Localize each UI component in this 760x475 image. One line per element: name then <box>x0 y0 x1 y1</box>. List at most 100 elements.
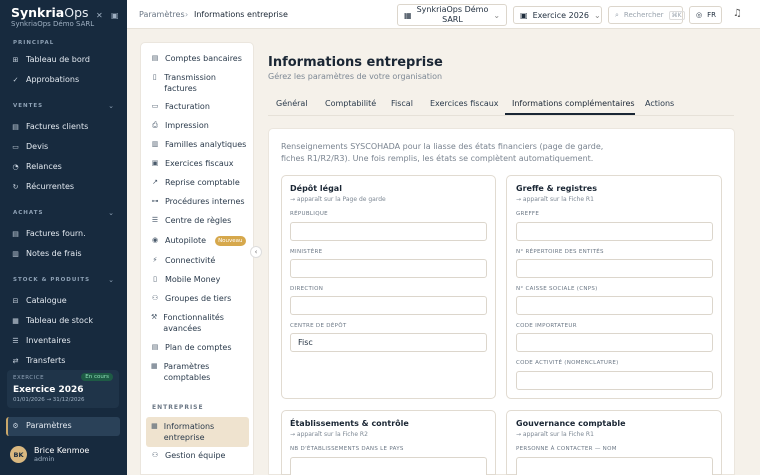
republique-field[interactable] <box>290 222 487 241</box>
nb-etablissements-field[interactable] <box>290 457 487 475</box>
field-label: NB D'ÉTABLISSEMENTS DANS LE PAYS <box>290 446 404 452</box>
receipt-icon: ▥ <box>12 249 19 258</box>
sidebar-item-devis[interactable]: ▭ Devis <box>11 142 48 151</box>
sidebar-item-tableau-de-stock[interactable]: ▦ Tableau de stock <box>11 316 93 325</box>
settings-item-exercices-fiscaux[interactable]: ▣ Exercices fiscaux <box>151 158 234 169</box>
settings-item-gestion-equipe[interactable]: ⚇ Gestion équipe <box>151 450 226 461</box>
chevron-down-icon: ⌄ <box>493 10 501 20</box>
settings-item-comptes-bancaires[interactable]: ▤ Comptes bancaires <box>151 53 242 64</box>
greffe-field[interactable] <box>516 222 713 241</box>
language-selector[interactable]: ◎ FR <box>689 6 722 24</box>
pin-icon[interactable]: ✕ <box>96 11 103 20</box>
section-achats[interactable]: ACHATS <box>13 210 43 216</box>
breadcrumb-separator: › <box>185 10 189 19</box>
group-icon: ⚇ <box>151 294 159 302</box>
settings-item-procedures-internes[interactable]: ⊶ Procédures internes <box>151 196 245 207</box>
repeat-icon: ↻ <box>12 182 19 191</box>
tab-exercices-fiscaux[interactable]: Exercices fiscaux <box>430 99 499 108</box>
sidebar-item-dashboard[interactable]: ⊞ Tableau de bord <box>11 55 90 64</box>
tab-comptabilite[interactable]: Comptabilité <box>325 99 376 108</box>
building-icon: ▦ <box>151 422 158 430</box>
settings-item-centre-de-regles[interactable]: ☰ Centre de règles <box>151 215 231 226</box>
breadcrumb-root[interactable]: Paramètres <box>139 10 185 19</box>
user-name: Brice Kenmoe <box>34 446 90 455</box>
topbar: Paramètres › Informations entreprise ▦ S… <box>127 0 760 29</box>
settings-item-parametres-comptables[interactable]: ▦ Paramètres comptables <box>151 361 243 383</box>
section-ventes[interactable]: VENTES <box>13 103 43 109</box>
bank-icon: ▤ <box>151 54 159 62</box>
settings-item-autopilote[interactable]: ◉ Autopilote Nouveau <box>151 235 246 246</box>
inventory-icon: ☰ <box>12 336 19 345</box>
section-stock[interactable]: STOCK & PRODUITS <box>13 277 90 283</box>
sidebar-item-relances[interactable]: ◔ Relances <box>11 162 61 171</box>
contact-name-field[interactable] <box>516 457 713 475</box>
sidebar-item-catalogue[interactable]: ⊟ Catalogue <box>11 296 67 305</box>
ministere-field[interactable] <box>290 259 487 278</box>
sidebar-item-factures-clients[interactable]: ▤ Factures clients <box>11 122 88 131</box>
field-label: CENTRE DE DÉPÔT <box>290 323 347 329</box>
flow-icon: ⊶ <box>151 197 159 205</box>
book-icon: ▤ <box>151 343 159 351</box>
settings-item-fonctionnalites-avancees[interactable]: ⚒ Fonctionnalités avancées <box>151 312 243 334</box>
collapse-panel-button[interactable]: ‹ <box>250 246 262 258</box>
sidebar-item-recurrentes[interactable]: ↻ Récurrentes <box>11 182 75 191</box>
settings-item-transmission-factures[interactable]: ▯ Transmission factures <box>151 72 243 94</box>
supplier-invoice-icon: ▤ <box>12 229 19 238</box>
settings-item-groupes-de-tiers[interactable]: ⚇ Groupes de tiers <box>151 293 231 304</box>
settings-item-plan-de-comptes[interactable]: ▤ Plan de comptes <box>151 342 232 353</box>
chevron-down-icon: ⌄ <box>593 10 601 20</box>
field-label: MINISTÈRE <box>290 249 323 255</box>
sidebar-item-parametres[interactable]: ⚙ Paramètres <box>11 421 71 430</box>
bot-icon: ◉ <box>151 236 159 244</box>
bell-icon[interactable]: ♫ <box>733 8 742 19</box>
dashboard-icon: ⊞ <box>12 55 19 64</box>
field-label: N° RÉPERTOIRE DES ENTITÉS <box>516 249 604 255</box>
field-label: N° CAISSE SOCIALE (CNPS) <box>516 286 598 292</box>
greffe-title: Greffe & registres <box>516 184 597 193</box>
section-entreprise: ENTREPRISE <box>152 404 204 411</box>
building-icon: ▦ <box>404 10 412 20</box>
tab-informations-complementaires[interactable]: Informations complémentaires <box>512 99 635 108</box>
sidebar-item-factures-fourn[interactable]: ▤ Factures fourn. <box>11 229 85 238</box>
user-profile[interactable]: BK Brice Kenmoe admin <box>10 446 89 463</box>
cnps-field[interactable] <box>516 296 713 315</box>
settings-item-informations-entreprise[interactable]: ▦ Informations entreprise <box>151 421 243 443</box>
sidebar-item-transferts[interactable]: ⇄ Transferts <box>11 356 66 365</box>
search-icon: ⌕ <box>615 10 619 19</box>
exercise-card[interactable]: EXERCICE En cours Exercice 2026 01/01/20… <box>7 370 119 408</box>
app-logo[interactable]: SynkriaOps <box>11 5 89 20</box>
settings-item-reprise-comptable[interactable]: ↗ Reprise comptable <box>151 177 240 188</box>
settings-item-connectivite[interactable]: ⚡ Connectivité <box>151 255 216 266</box>
sidebar-item-inventaires[interactable]: ☰ Inventaires <box>11 336 70 345</box>
depot-legal-subtitle: → apparaît sur la Page de garde <box>290 196 386 203</box>
sidebar-item-approbations[interactable]: ✓ Approbations <box>11 75 80 84</box>
chevron-down-icon[interactable]: ⌄ <box>108 102 114 110</box>
company-selector[interactable]: ▦ SynkriaOps Démo SARL ⌄ <box>397 4 507 26</box>
tab-general[interactable]: Général <box>276 99 308 108</box>
settings-item-mobile-money[interactable]: ▯ Mobile Money <box>151 274 220 285</box>
settings-item-familles-analytiques[interactable]: ▥ Familles analytiques <box>151 139 247 150</box>
active-tab-indicator <box>505 113 635 115</box>
collapse-sidebar-icon[interactable]: ▣ <box>111 11 119 20</box>
chevron-down-icon[interactable]: ⌄ <box>108 276 114 284</box>
settings-item-impression[interactable]: ⎙ Impression <box>151 120 209 131</box>
ledger-icon: ▦ <box>151 362 158 370</box>
search-input[interactable]: ⌕ Rechercher ⌘K <box>608 6 685 24</box>
catalogue-icon: ⊟ <box>12 296 19 305</box>
card-icon: ▭ <box>151 102 159 110</box>
direction-field[interactable] <box>290 296 487 315</box>
approval-icon: ✓ <box>12 75 19 84</box>
centre-depot-field[interactable]: Fisc <box>290 333 487 352</box>
settings-item-facturation[interactable]: ▭ Facturation <box>151 101 210 112</box>
chevron-down-icon[interactable]: ⌄ <box>108 209 114 217</box>
sidebar-item-notes-de-frais[interactable]: ▥ Notes de frais <box>11 249 81 258</box>
chart-icon: ▥ <box>151 140 159 148</box>
tab-fiscal[interactable]: Fiscal <box>391 99 413 108</box>
repertoire-field[interactable] <box>516 259 713 278</box>
tab-actions[interactable]: Actions <box>645 99 674 108</box>
stock-icon: ▦ <box>12 316 19 325</box>
exercise-selector[interactable]: ▣ Exercice 2026 ⌄ <box>513 6 602 24</box>
code-activite-field[interactable] <box>516 371 713 390</box>
tools-icon: ⚒ <box>151 313 158 321</box>
code-importateur-field[interactable] <box>516 333 713 352</box>
